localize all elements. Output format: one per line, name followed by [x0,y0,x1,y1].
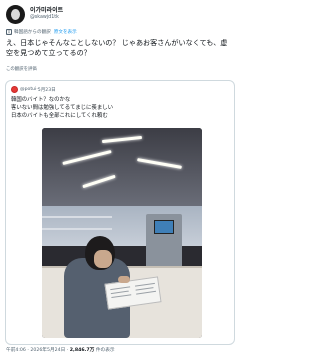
translate-icon: 文 [6,29,12,35]
quoted-author-avatar [11,86,18,93]
quoted-tweet-card[interactable]: @potui · 5月23日 韓国のバイト？なのかな 客いない間は勉強してるてま… [5,80,235,345]
quoted-photo[interactable]: ♡ 137 ⟲ 2 ➦ [42,128,202,338]
quoted-text-line: 韓国のバイト？なのかな [11,97,71,103]
person-hand [118,276,130,283]
person-face [94,250,112,268]
rate-translation-link[interactable]: この翻訳を評価 [6,66,37,72]
register-screen [154,220,174,234]
view-count: 2,846.7万 [69,348,95,353]
tweet-timestamp[interactable]: 午前4:06 · 2026年5月24日 · [6,348,70,353]
show-original-link[interactable]: 原文を表示 [54,29,77,35]
author-avatar[interactable] [6,5,25,24]
tweet-header: 이가미라이트 @skawjd1tk [6,5,63,24]
author-names: 이가미라이트 @skawjd1tk [30,7,63,21]
quoted-text-line: 日本のバイトも全部これにしてくれ頼む [11,113,108,119]
quoted-tweet-header: @potui · 5月23日 [11,86,56,93]
tweet-text: え、日本じゃそんなことしないの？ じゃあお客さんがいなくても、虚空を見つめて立っ… [6,38,228,57]
view-count-suffix: 件の表示 [94,348,115,353]
quoted-author-handle: @potui [20,87,37,92]
author-handle[interactable]: @skawjd1tk [30,15,63,21]
quoted-text-line: 客いない間は勉強してるてまじに羨ましい [11,105,113,111]
tweet-meta-footer: 午前4:06 · 2026年5月24日 · 2,846.7万 件の表示 [6,347,115,353]
translation-label: 韓国語からの翻訳 [14,30,51,35]
translation-note: 文 韓国語からの翻訳 原文を表示 [6,29,77,35]
quoted-tweet-date: 5月23日 [37,87,56,93]
